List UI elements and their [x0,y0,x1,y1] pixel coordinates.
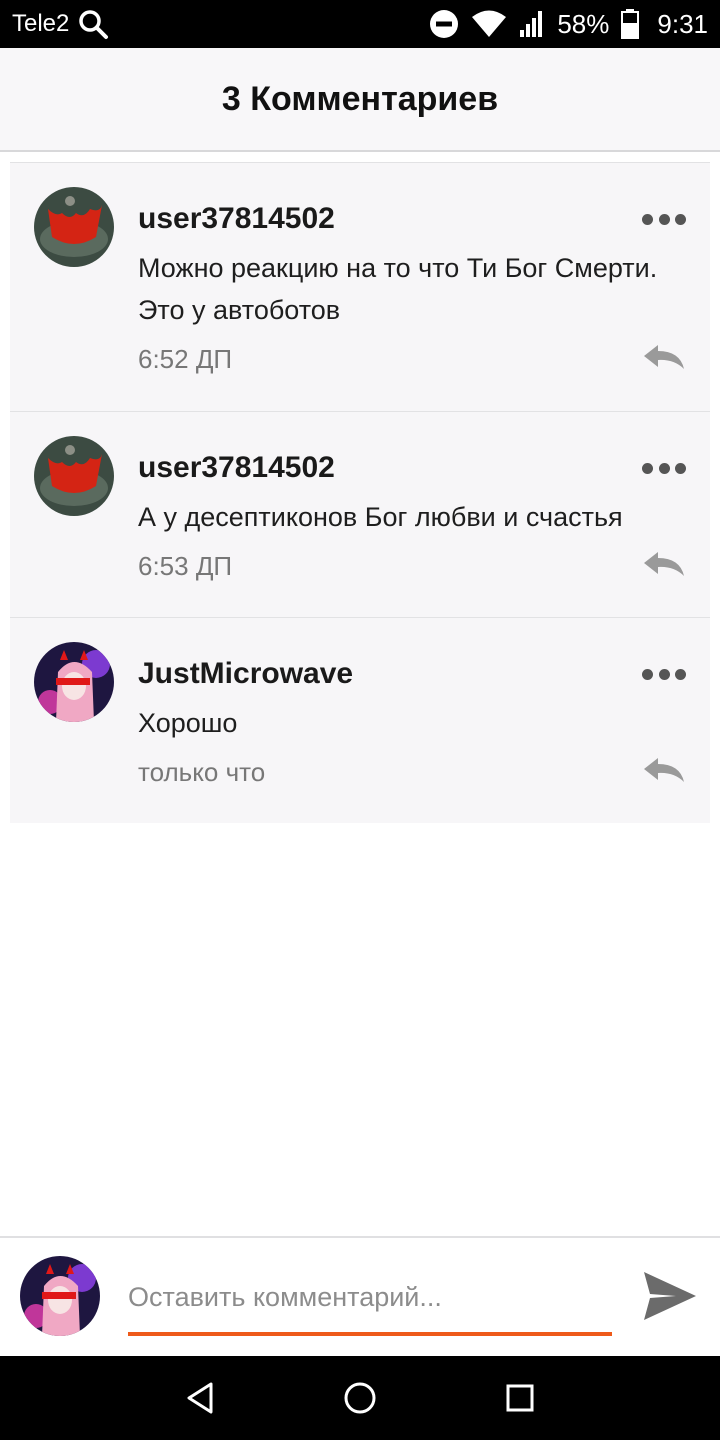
comment-composer [0,1236,720,1356]
send-icon[interactable] [642,1270,698,1322]
search-icon [77,8,109,40]
signal-icon [519,10,545,38]
avatar[interactable] [34,642,114,722]
reply-icon[interactable] [642,756,686,784]
page-title: 3 Комментариев [221,79,499,118]
comment-item: user37814502 Можно реакцию на то что Ти … [10,162,710,411]
do-not-disturb-icon [429,9,459,39]
comment-item: JustMicrowave Хорошо только что [10,617,710,823]
comment-time: 6:53 ДП [138,551,233,581]
clock: 9:31 [657,8,708,39]
battery-icon [621,9,640,39]
more-icon[interactable] [642,458,686,478]
wifi-icon [471,10,507,38]
comment-body: JustMicrowave Хорошо только что [138,642,686,792]
comment-body: user37814502 Можно реакцию на то что Ти … [138,187,686,379]
reply-icon[interactable] [642,343,686,371]
more-icon[interactable] [642,664,686,684]
back-icon[interactable] [180,1378,220,1418]
avatar[interactable] [34,436,114,516]
comment-text: А у десептиконов Бог любви и счастья [138,502,623,532]
screen: Tele2 58% 9:31 3 Комментариев user378145… [0,0,720,1440]
reply-icon[interactable] [642,550,686,578]
status-right: 58% 9:31 [429,9,708,40]
nav-bar [0,1356,720,1440]
comments-list: user37814502 Можно реакцию на то что Ти … [10,162,710,823]
battery-percent: 58% [557,8,610,39]
comment-author[interactable]: user37814502 [138,199,686,239]
comment-item: user37814502 А у десептиконов Бог любви … [10,411,710,617]
comments-header: 3 Комментариев [0,48,720,152]
recents-icon[interactable] [500,1378,540,1418]
avatar [20,1256,100,1336]
comment-author[interactable]: JustMicrowave [138,654,686,694]
avatar[interactable] [34,187,114,267]
home-icon[interactable] [340,1378,380,1418]
comment-author[interactable]: user37814502 [138,448,686,488]
comment-input[interactable] [128,1268,612,1336]
status-bar: Tele2 58% 9:31 [0,0,720,48]
comment-text: Можно реакцию на то что Ти Бог Смерти. Э… [138,253,658,325]
carrier-label: Tele2 [12,10,70,37]
comment-time: только что [138,757,266,787]
comment-body: user37814502 А у десептиконов Бог любви … [138,436,686,586]
comment-time: 6:52 ДП [138,344,233,374]
comment-text: Хорошо [138,708,238,738]
more-icon[interactable] [642,209,686,229]
